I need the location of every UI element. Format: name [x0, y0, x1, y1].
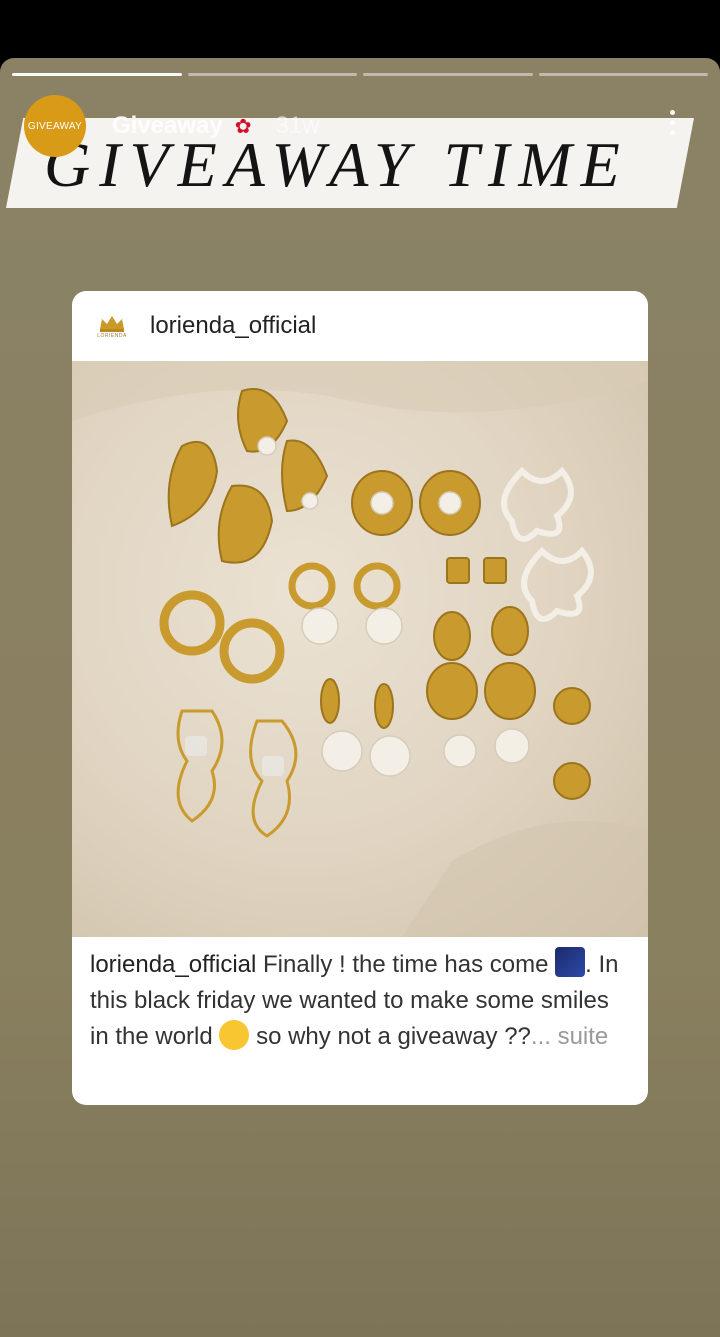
smiling-face-emoji-icon — [219, 1020, 250, 1050]
more-options-icon[interactable] — [665, 110, 679, 135]
caption-text-1: Finally ! the time has come — [256, 951, 556, 978]
caption-text-3: so why not a giveaway ?? — [249, 1023, 531, 1050]
caption-username[interactable]: lorienda_official — [90, 951, 256, 978]
progress-segment — [538, 73, 708, 76]
rose-emoji-icon: ✿ — [234, 115, 252, 138]
post-header: LORIENDA lorienda_official — [72, 291, 648, 361]
shared-post-card[interactable]: LORIENDA lorienda_official lorienda_offi… — [72, 291, 648, 1105]
post-username[interactable]: lorienda_official — [150, 312, 316, 340]
progress-segment — [12, 73, 182, 76]
night-sky-emoji-icon — [555, 947, 586, 977]
avatar[interactable]: GIVEAWAY — [24, 95, 86, 157]
story-timestamp: 31w — [275, 112, 320, 139]
story-header: GIVEAWAY Giveaway ✿ 31w — [24, 95, 320, 157]
logo-text: LORIENDA — [97, 333, 127, 339]
post-caption: lorienda_official Finally ! the time has… — [90, 947, 630, 1055]
crown-logo-icon[interactable]: LORIENDA — [94, 308, 130, 344]
story-progress-bar — [12, 73, 708, 76]
progress-segment — [363, 73, 533, 76]
story-username[interactable]: Giveaway — [112, 112, 223, 140]
post-image[interactable] — [72, 361, 648, 937]
earrings-photo-icon — [72, 361, 648, 937]
see-more-link[interactable]: ... suite — [531, 1023, 608, 1050]
story-viewer[interactable]: GIVEAWAY TIME GIVEAWAY Giveaway ✿ 31w LO… — [0, 58, 720, 1337]
progress-segment — [187, 73, 357, 76]
